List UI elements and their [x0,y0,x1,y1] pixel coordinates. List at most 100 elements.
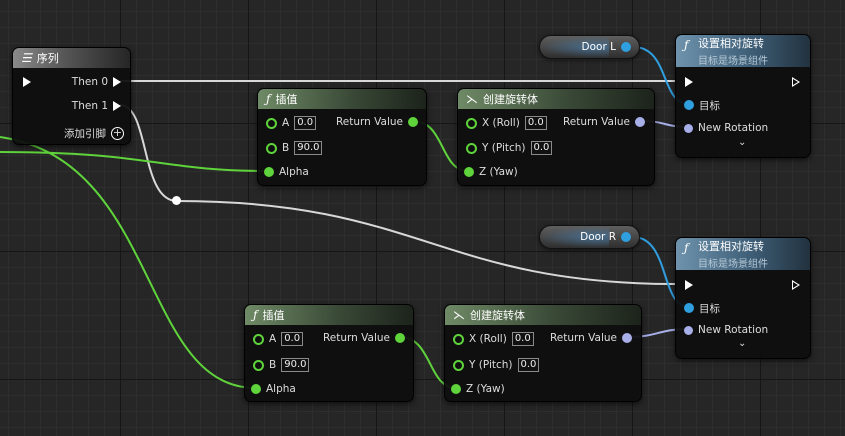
make-rot-top-x-row: X (Roll) 0.0 [466,116,547,130]
set-rot-top-target-pin[interactable] [684,100,694,110]
make-rot-bottom-y-label: Y (Pitch) [469,359,513,371]
lerp-top-alpha-pin[interactable] [264,167,274,177]
lerp-bottom-alpha-label: Alpha [266,383,296,395]
make-rot-bottom-header[interactable]: ⋋ 创建旋转体 [445,305,641,325]
lerp-bottom-b-input[interactable]: 90.0 [281,358,310,372]
set-rot-bottom-subtitle: 目标是场景组件 [698,259,768,270]
alpha-wire-bottom[interactable] [0,136,257,389]
lerp-bottom-alpha-pin[interactable] [251,384,261,394]
make-rot-bottom-y-pin[interactable] [453,359,464,371]
make-rot-top-x-label: X (Roll) [482,117,520,129]
lerp-bottom-header[interactable]: ƒ 插值 [245,305,413,325]
sequence-icon: ☰ [21,51,32,65]
then0-label: Then 0 [71,76,108,88]
make-rot-bottom-x-pin[interactable] [453,333,464,345]
door-l-label: Door L [581,41,616,53]
lerp-node-top[interactable]: ƒ 插值 A 0.0 B 90.0 Alpha Return Value [257,88,427,186]
lerp-top-alpha-label: Alpha [279,166,309,178]
make-rot-bottom-x-label: X (Roll) [469,333,507,345]
set-rot-bottom-header[interactable]: ƒ 设置相对旋转 目标是场景组件 [676,238,810,270]
make-rot-bottom-z-label: Z (Yaw) [466,383,505,395]
make-rot-bottom-return-pin[interactable] [622,333,632,343]
make-rot-bottom-y-row: Y (Pitch) 0.0 [453,358,540,372]
make-rot-top-z-label: Z (Yaw) [479,166,518,178]
lerp-top-header[interactable]: ƒ 插值 [258,89,426,109]
lerp-bottom-return-pin[interactable] [395,333,405,343]
lerp-bottom-b-label: B [269,359,277,371]
set-rot-top-rotation-pin[interactable] [684,123,693,133]
lerp-top-return-pin[interactable] [408,117,418,127]
make-rot-top-x-pin[interactable] [466,117,477,129]
add-pin-button[interactable]: 添加引脚 + [64,126,124,140]
make-rot-top-return-pin[interactable] [635,117,645,127]
make-rot-bottom-x-row: X (Roll) 0.0 [453,332,534,346]
sequence-node[interactable]: ☰ 序列 Then 0 Then 1 添加引脚 + [12,47,131,145]
lerp-top-a-pin[interactable] [266,117,277,129]
then1-exec-pin[interactable] [113,101,121,111]
make-rot-top-z-row: Z (Yaw) [464,165,518,179]
chevron-down-icon[interactable]: ⌄ [738,338,746,349]
chevron-down-icon[interactable]: ⌄ [738,137,746,148]
lerp-bottom-return-row: Return Value [323,331,405,345]
make-rot-bottom-z-pin[interactable] [451,384,461,394]
door-l-pin[interactable] [621,42,631,52]
set-rot-bottom-target-pin[interactable] [684,303,694,313]
lerp-top-b-input[interactable]: 90.0 [294,141,323,155]
set-rot-top-title: 设置相对旋转 [698,37,764,50]
set-rot-top-exec-in-pin[interactable] [685,77,693,87]
make-rot-top-return-row: Return Value [563,115,645,129]
lerp-node-bottom[interactable]: ƒ 插值 A 0.0 B 90.0 Alpha Return Value [244,304,414,402]
lerp-bottom-a-input[interactable]: 0.0 [281,332,304,346]
make-rot-bottom-return-label: Return Value [549,332,617,344]
lerp-top-a-input[interactable]: 0.0 [294,116,317,130]
set-rot-top-header[interactable]: ƒ 设置相对旋转 目标是场景组件 [676,35,810,67]
sequence-header[interactable]: ☰ 序列 [13,48,130,68]
set-rot-bottom-rotation-pin[interactable] [684,325,693,335]
sequence-exec-in-pin[interactable] [23,77,31,87]
set-rot-bottom-target-row: 目标 [684,301,720,315]
lerp-top-return-label: Return Value [335,116,403,128]
alpha-wire-top[interactable] [0,151,269,172]
reroute-node[interactable] [172,196,181,205]
lerp-top-a-label: A [282,117,290,129]
lerp-bottom-alpha-row: Alpha [251,382,296,396]
set-rotation-node-bottom[interactable]: ƒ 设置相对旋转 目标是场景组件 目标 New Rotation ⌄ [675,237,811,359]
make-rot-top-y-row: Y (Pitch) 0.0 [466,141,553,155]
add-icon: + [111,125,124,140]
door-r-variable[interactable]: Door R [539,225,640,249]
set-rot-bottom-exec-in-pin[interactable] [685,280,693,290]
set-rot-bottom-title: 设置相对旋转 [698,240,764,253]
set-rot-bottom-rotation-row: New Rotation [684,323,768,337]
make-rot-top-z-pin[interactable] [464,167,474,177]
lerp-bottom-b-pin[interactable] [253,359,264,371]
make-rot-top-y-pin[interactable] [466,142,477,154]
set-rot-top-exec-out-pin[interactable] [792,77,800,87]
set-rot-top-rotation-label: New Rotation [698,122,769,134]
lerp-top-b-row: B 90.0 [266,141,323,155]
lerp-bottom-a-row: A 0.0 [253,332,304,346]
make-rot-top-return-label: Return Value [562,116,630,128]
make-rot-top-header[interactable]: ⋋ 创建旋转体 [458,89,654,109]
make-rot-bottom-return-row: Return Value [550,331,632,345]
make-rot-bottom-x-input[interactable]: 0.0 [511,332,534,346]
set-rotation-node-top[interactable]: ƒ 设置相对旋转 目标是场景组件 目标 New Rotation ⌄ [675,34,811,158]
function-icon: ƒ [684,241,689,255]
function-icon: ƒ [266,92,271,106]
make-rotator-node-top[interactable]: ⋋ 创建旋转体 X (Roll) 0.0 Y (Pitch) 0.0 Z (Ya… [457,88,655,186]
set-rot-bottom-exec-out-pin[interactable] [792,280,800,290]
lerp-bottom-a-label: A [269,333,277,345]
lerp-top-a-row: A 0.0 [266,116,317,130]
make-rot-top-y-input[interactable]: 0.0 [530,141,553,155]
lerp-bottom-a-pin[interactable] [253,333,264,345]
door-l-variable[interactable]: Door L [539,35,640,59]
lerp-bottom-return-label: Return Value [322,332,390,344]
set-rot-top-rotation-row: New Rotation [684,121,768,135]
set-rot-top-subtitle: 目标是场景组件 [698,56,768,67]
then0-exec-pin[interactable] [113,77,121,87]
make-rot-top-title: 创建旋转体 [483,93,538,106]
make-rotator-node-bottom[interactable]: ⋋ 创建旋转体 X (Roll) 0.0 Y (Pitch) 0.0 Z (Ya… [444,304,642,402]
make-rot-top-x-input[interactable]: 0.0 [524,116,547,130]
make-rot-bottom-y-input[interactable]: 0.0 [517,358,540,372]
lerp-top-b-pin[interactable] [266,142,277,154]
door-r-pin[interactable] [621,232,631,242]
